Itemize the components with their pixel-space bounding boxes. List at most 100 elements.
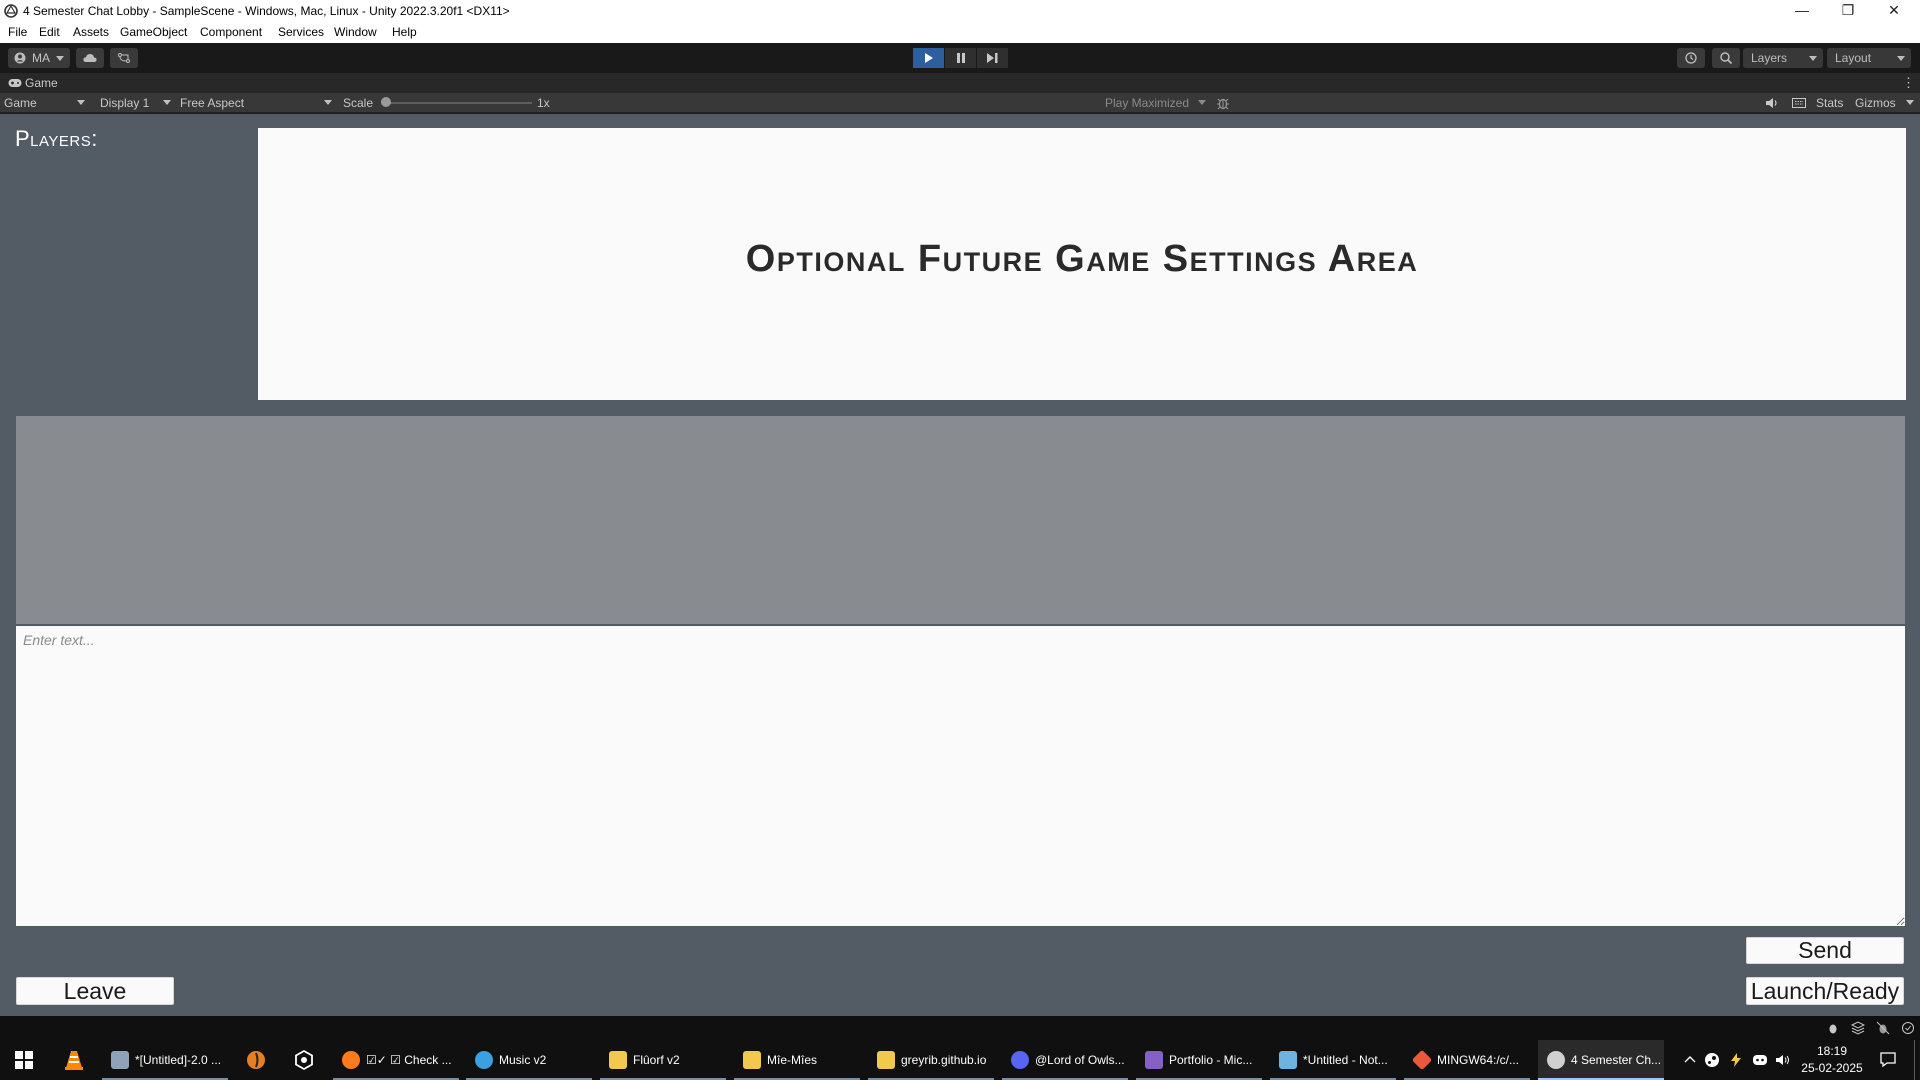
- tab-game[interactable]: Game: [25, 76, 58, 90]
- show-desktop-button[interactable]: [1914, 1040, 1915, 1080]
- chevron-down-icon: [1809, 56, 1817, 61]
- account-label: MA: [32, 51, 50, 65]
- status-icon[interactable]: [1901, 1021, 1915, 1035]
- game-mode-dropdown[interactable]: Game: [4, 96, 37, 110]
- taskbar-item-folder-greyrib[interactable]: greyrib.github.io: [868, 1040, 994, 1080]
- search-button[interactable]: [1712, 48, 1740, 68]
- main-toolbar: MA Layers Layout: [0, 43, 1920, 73]
- chevron-down-icon: [1897, 56, 1905, 61]
- taskbar-item-label: greyrib.github.io: [901, 1053, 987, 1067]
- cloud-button[interactable]: [76, 48, 104, 68]
- fl-studio-icon[interactable]: [245, 1049, 267, 1071]
- menu-file[interactable]: File: [8, 25, 27, 39]
- layout-dropdown[interactable]: Layout: [1827, 48, 1911, 68]
- windows-start-icon[interactable]: [13, 1049, 35, 1071]
- taskbar-item-firefox[interactable]: ☑✓ ☑ Check ...: [333, 1040, 459, 1080]
- steam-icon[interactable]: [1704, 1052, 1720, 1068]
- taskbar-item-label: 4 Semester Ch...: [1571, 1053, 1662, 1067]
- taskbar-item-paint[interactable]: *[Untitled]-2.0 ...: [102, 1040, 228, 1080]
- undo-history-button[interactable]: [1677, 48, 1705, 68]
- step-button[interactable]: [977, 48, 1008, 68]
- bug-icon[interactable]: [1216, 96, 1230, 110]
- play-maximized-dropdown[interactable]: Play Maximized: [1105, 96, 1189, 110]
- chevron-up-icon[interactable]: [1683, 1053, 1697, 1067]
- game-settings-panel: Optional Future Game Settings Area: [258, 128, 1906, 400]
- aspect-dropdown[interactable]: Free Aspect: [180, 96, 244, 110]
- taskbar-item-notepad[interactable]: *Untitled - Not...: [1270, 1040, 1396, 1080]
- step-icon: [987, 53, 998, 63]
- vlc-icon[interactable]: [63, 1049, 85, 1071]
- clock-time[interactable]: 18:19: [1800, 1044, 1864, 1058]
- taskbar-item-folder-fluorf[interactable]: Flûorf v2: [600, 1040, 726, 1080]
- scale-slider-thumb[interactable]: [381, 97, 391, 107]
- collab-button[interactable]: [110, 48, 138, 68]
- play-button[interactable]: [913, 48, 944, 68]
- paint-app-icon: [111, 1051, 129, 1069]
- taskbar-item-label: Mîe-Mîes: [767, 1053, 818, 1067]
- menu-edit[interactable]: Edit: [39, 25, 60, 39]
- leave-button[interactable]: Leave: [16, 977, 174, 1005]
- account-dropdown[interactable]: MA: [8, 48, 70, 68]
- gizmos-button[interactable]: Gizmos: [1855, 96, 1896, 110]
- account-icon: [14, 52, 26, 64]
- taskbar-item-label: *[Untitled]-2.0 ...: [135, 1053, 222, 1067]
- game-view: Players: Optional Future Game Settings A…: [0, 114, 1920, 1016]
- launch-ready-button[interactable]: Launch/Ready: [1746, 977, 1904, 1005]
- bug-icon[interactable]: [1826, 1021, 1840, 1035]
- taskbar-item-unity[interactable]: 4 Semester Ch...: [1538, 1040, 1664, 1080]
- pause-button[interactable]: [945, 48, 976, 68]
- version-control-icon: [118, 53, 130, 63]
- menu-services[interactable]: Services: [278, 25, 324, 39]
- menu-component[interactable]: Component: [200, 25, 262, 39]
- menu-assets[interactable]: Assets: [73, 25, 109, 39]
- play-icon: [925, 53, 933, 63]
- unity-logo-icon: [4, 4, 18, 18]
- volume-icon[interactable]: [1775, 1053, 1791, 1067]
- debug-disabled-icon[interactable]: [1876, 1021, 1890, 1035]
- display-dropdown[interactable]: Display 1: [100, 96, 149, 110]
- close-button[interactable]: ✕: [1872, 0, 1916, 22]
- chevron-down-icon: [1906, 100, 1914, 105]
- speaker-icon[interactable]: [1765, 97, 1779, 109]
- layers-icon[interactable]: [1851, 1021, 1865, 1035]
- taskbar-item-label: ☑✓ ☑ Check ...: [366, 1053, 452, 1067]
- taskbar-item-discord[interactable]: @Lord of Owls...: [1002, 1040, 1128, 1080]
- taskbar-item-label: Flûorf v2: [633, 1053, 680, 1067]
- taskbar-item-music[interactable]: Music v2: [466, 1040, 592, 1080]
- scale-slider-track[interactable]: [384, 102, 532, 104]
- players-label: Players:: [15, 126, 98, 151]
- clock-date[interactable]: 25-02-2025: [1798, 1061, 1866, 1075]
- taskbar-item-label: Portfolio - Mic...: [1169, 1053, 1253, 1067]
- menu-gameobject[interactable]: GameObject: [120, 25, 187, 39]
- chevron-down-icon: [77, 100, 85, 105]
- notification-center-icon[interactable]: [1879, 1050, 1897, 1068]
- chevron-down-icon: [163, 100, 171, 105]
- menu-bar: File Edit Assets GameObject Component Se…: [0, 22, 1920, 43]
- chat-log-panel[interactable]: [16, 416, 1905, 624]
- more-options-icon[interactable]: ⋮: [1902, 75, 1915, 91]
- chat-input[interactable]: [16, 626, 1905, 926]
- scale-value: 1x: [537, 96, 550, 110]
- minimize-button[interactable]: —: [1780, 0, 1824, 22]
- folder-icon: [877, 1051, 895, 1069]
- restore-button[interactable]: ❐: [1826, 0, 1870, 22]
- chevron-down-icon: [324, 100, 332, 105]
- layers-dropdown[interactable]: Layers: [1743, 48, 1823, 68]
- menu-help[interactable]: Help: [392, 25, 417, 39]
- notepad-icon: [1279, 1051, 1297, 1069]
- keyboard-icon[interactable]: [1792, 97, 1806, 109]
- layers-label: Layers: [1751, 51, 1788, 65]
- taskbar-item-visual-studio[interactable]: Portfolio - Mic...: [1136, 1040, 1262, 1080]
- taskbar-item-git-bash[interactable]: MINGW64:/c/...: [1404, 1040, 1530, 1080]
- folder-icon: [743, 1051, 761, 1069]
- menu-window[interactable]: Window: [334, 25, 377, 39]
- discord-tray-icon[interactable]: [1752, 1053, 1768, 1067]
- send-button[interactable]: Send: [1746, 937, 1904, 964]
- stats-button[interactable]: Stats: [1816, 96, 1843, 110]
- folder-icon: [609, 1051, 627, 1069]
- unity-hub-icon[interactable]: [293, 1049, 315, 1071]
- bolt-icon[interactable]: [1728, 1052, 1744, 1068]
- settings-title: Optional Future Game Settings Area: [745, 238, 1419, 280]
- taskbar-item-folder-mie[interactable]: Mîe-Mîes: [734, 1040, 860, 1080]
- layout-label: Layout: [1835, 51, 1872, 65]
